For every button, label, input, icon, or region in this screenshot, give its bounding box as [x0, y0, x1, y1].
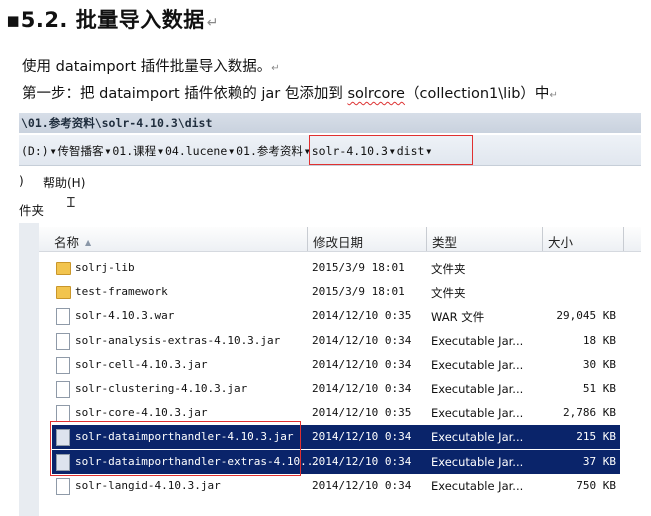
- file-type: Executable Jar...: [431, 454, 524, 469]
- file-date: 2014/12/10 0:34: [312, 430, 412, 444]
- highlight-box-path: [309, 135, 473, 165]
- paragraph-1-text: 使用 dataimport 插件批量导入数据。: [22, 59, 272, 75]
- file-row[interactable]: solr-langid-4.10.3.jar 2014/12/10 0:34 Exe…: [52, 474, 620, 498]
- menu-fragment: ): [19, 174, 24, 188]
- text-cursor-icon: Ɪ: [67, 195, 75, 211]
- file-icon: [56, 308, 70, 326]
- column-header-row: 名称 ▲ 修改日期 类型 大小: [39, 227, 641, 252]
- column-divider[interactable]: [623, 227, 624, 251]
- file-date: 2014/12/10 0:34: [312, 454, 412, 468]
- column-header-type[interactable]: 类型: [432, 232, 457, 251]
- breadcrumb-segment[interactable]: 传智播客: [58, 144, 104, 158]
- file-size: 51 KB: [582, 382, 616, 395]
- file-date: 2015/3/9 18:01: [312, 261, 405, 274]
- file-row[interactable]: solr-analysis-extras-4.10.3.jar 2014/12/1…: [52, 329, 620, 353]
- menu-help[interactable]: 帮助(H): [43, 174, 85, 191]
- window-titlebar[interactable]: \01.参考资料\solr-4.10.3\dist: [19, 113, 641, 133]
- file-date: 2014/12/10 0:34: [312, 478, 412, 492]
- file-name: solr-langid-4.10.3.jar: [75, 478, 221, 492]
- breadcrumb-segment[interactable]: 04.lucene: [165, 144, 227, 158]
- file-type: Executable Jar...: [431, 406, 524, 421]
- column-divider[interactable]: [307, 227, 308, 251]
- highlight-box-dataimport: [50, 421, 301, 476]
- breadcrumb-segment[interactable]: 01.参考资料: [236, 144, 303, 158]
- file-type: Executable Jar...: [431, 333, 524, 348]
- file-type: 文件夹: [431, 286, 466, 301]
- chevron-down-icon[interactable]: ▼: [227, 147, 236, 156]
- column-header-name[interactable]: 名称 ▲: [54, 232, 91, 251]
- paragraph-mark: ↵: [549, 90, 558, 101]
- file-type: Executable Jar...: [431, 430, 524, 445]
- file-row[interactable]: solr-clustering-4.10.3.jar 2014/12/10 0:3…: [52, 377, 620, 401]
- heading-text: 5.2. 批量导入数据: [20, 8, 205, 32]
- sort-ascending-icon: ▲: [85, 238, 92, 247]
- spellcheck-word: solrcore: [347, 86, 405, 102]
- file-name: solr-core-4.10.3.jar: [75, 406, 208, 420]
- file-icon: [56, 477, 70, 495]
- breadcrumb-segment[interactable]: (D:): [21, 144, 49, 158]
- file-size: 30 KB: [582, 357, 616, 371]
- file-date: 2014/12/10 0:34: [312, 382, 412, 395]
- file-type: Executable Jar...: [431, 357, 524, 372]
- chevron-down-icon[interactable]: ▼: [156, 147, 165, 156]
- file-name: solr-clustering-4.10.3.jar: [75, 382, 248, 395]
- file-name: test-framework: [75, 285, 168, 299]
- navigation-pane[interactable]: [19, 223, 39, 516]
- toolbar: 件夹: [19, 195, 641, 219]
- paragraph-2-suffix: （collection1\lib）中: [404, 86, 550, 102]
- file-type: 文件夹: [431, 262, 466, 276]
- column-name-label: 名称: [54, 235, 80, 250]
- paragraph-mark: ↵: [271, 63, 280, 74]
- file-size: 29,045 KB: [556, 309, 616, 323]
- file-date: 2014/12/10 0:35: [312, 406, 412, 420]
- paragraph-2: 第一步：把 dataimport 插件依赖的 jar 包添加到 solrcore…: [22, 82, 558, 103]
- file-name: solr-cell-4.10.3.jar: [75, 357, 208, 371]
- file-date: 2014/12/10 0:34: [312, 357, 412, 371]
- paragraph-mark: ↵: [206, 15, 219, 31]
- file-size: 215 KB: [576, 430, 616, 444]
- file-type: WAR 文件: [431, 310, 485, 325]
- file-row[interactable]: solrj-lib 2015/3/9 18:01 文件夹: [52, 256, 620, 280]
- file-icon: [56, 405, 70, 423]
- column-header-date[interactable]: 修改日期: [313, 232, 363, 251]
- menu-bar: ) 帮助(H): [19, 170, 641, 192]
- file-row[interactable]: solr-4.10.3.war 2014/12/10 0:35 WAR 文件 29,0…: [52, 304, 620, 328]
- bullet: ▪: [6, 8, 21, 32]
- file-row[interactable]: solr-cell-4.10.3.jar 2014/12/10 0:34 Execu…: [52, 353, 620, 377]
- file-name: solr-4.10.3.war: [75, 309, 175, 323]
- file-size: 18 KB: [582, 333, 616, 347]
- column-divider[interactable]: [426, 227, 427, 251]
- chevron-down-icon[interactable]: ▼: [49, 147, 58, 156]
- file-icon: [56, 381, 70, 398]
- file-size: 2,786 KB: [563, 406, 616, 420]
- breadcrumb-segment[interactable]: 01.课程: [112, 144, 156, 158]
- paragraph-2-prefix: 第一步：把 dataimport 插件依赖的 jar 包添加到: [22, 86, 348, 102]
- file-type: Executable Jar...: [431, 478, 524, 493]
- toolbar-new-folder[interactable]: 件夹: [19, 200, 44, 219]
- file-date: 2014/12/10 0:35: [312, 309, 412, 323]
- file-name: solr-analysis-extras-4.10.3.jar: [75, 333, 281, 347]
- file-icon: [56, 332, 70, 350]
- window-title-path: \01.参考资料\solr-4.10.3\dist: [21, 116, 213, 130]
- file-type: Executable Jar...: [431, 382, 524, 396]
- file-date: 2015/3/9 18:01: [312, 285, 405, 299]
- paragraph-1: 使用 dataimport 插件批量导入数据。↵: [22, 55, 280, 76]
- section-heading: ▪5.2. 批量导入数据 ↵: [6, 4, 219, 34]
- file-size: 750 KB: [576, 478, 616, 492]
- column-header-size[interactable]: 大小: [548, 232, 573, 251]
- file-size: 37 KB: [582, 454, 616, 468]
- folder-icon: [56, 286, 71, 300]
- folder-icon: [56, 262, 71, 275]
- file-icon: [56, 356, 70, 374]
- file-row[interactable]: test-framework 2015/3/9 18:01 文件夹: [52, 280, 620, 304]
- file-name: solrj-lib: [75, 261, 135, 274]
- column-divider[interactable]: [542, 227, 543, 251]
- file-date: 2014/12/10 0:34: [312, 333, 412, 347]
